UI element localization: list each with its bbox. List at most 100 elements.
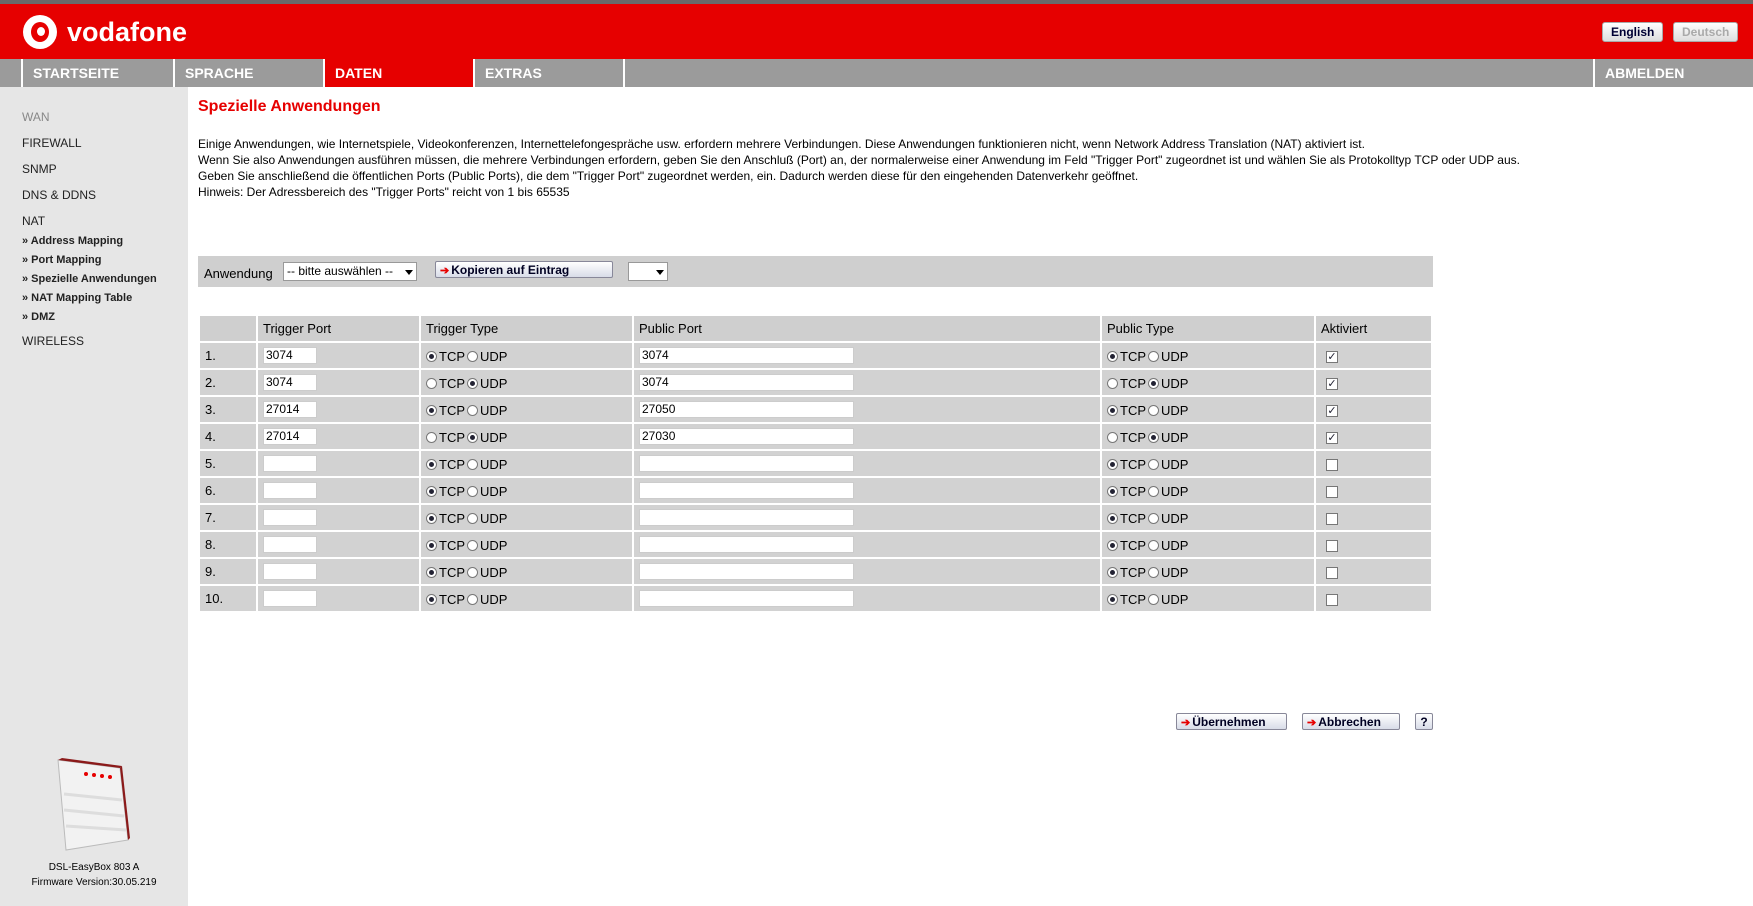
public-type-udp-radio[interactable] bbox=[1148, 404, 1159, 416]
help-button[interactable]: ? bbox=[1415, 713, 1433, 730]
apply-button[interactable]: ➔ Übernehmen bbox=[1176, 713, 1287, 730]
nav-abmelden[interactable]: ABMELDEN bbox=[1593, 59, 1743, 87]
trigger-type-tcp-radio[interactable] bbox=[426, 485, 437, 497]
trigger-port-input[interactable] bbox=[263, 590, 317, 608]
enabled-checkbox[interactable] bbox=[1326, 593, 1338, 606]
entry-select[interactable] bbox=[628, 262, 668, 281]
public-type-udp-radio[interactable] bbox=[1148, 593, 1159, 605]
trigger-port-input[interactable] bbox=[263, 536, 317, 554]
public-port-input[interactable]: 3074 bbox=[639, 347, 854, 365]
trigger-port-input[interactable] bbox=[263, 455, 317, 473]
public-port-input[interactable] bbox=[639, 536, 854, 554]
public-type-udp-label: UDP bbox=[1161, 564, 1189, 580]
cancel-button[interactable]: ➔ Abbrechen bbox=[1302, 713, 1400, 730]
sidebar-subitem-nat-mapping-table[interactable]: » NAT Mapping Table bbox=[22, 292, 132, 304]
trigger-port-input[interactable]: 3074 bbox=[263, 374, 317, 392]
sidebar-subitem-port-mapping[interactable]: » Port Mapping bbox=[22, 254, 101, 266]
trigger-type-udp-radio[interactable] bbox=[467, 512, 478, 524]
public-type-tcp-radio[interactable] bbox=[1107, 512, 1118, 524]
public-type-tcp-radio[interactable] bbox=[1107, 539, 1118, 551]
public-type-udp-radio[interactable] bbox=[1148, 485, 1159, 497]
enabled-checkbox[interactable] bbox=[1326, 485, 1338, 498]
trigger-type-udp-radio[interactable] bbox=[467, 566, 478, 578]
public-type-udp-radio[interactable] bbox=[1148, 566, 1159, 578]
public-type-udp-radio[interactable] bbox=[1148, 458, 1159, 470]
sidebar-subitem-dmz[interactable]: » DMZ bbox=[22, 311, 55, 323]
trigger-type-tcp-radio[interactable] bbox=[426, 404, 437, 416]
enabled-checkbox[interactable] bbox=[1326, 458, 1338, 471]
trigger-type-udp-radio[interactable] bbox=[467, 350, 478, 362]
trigger-type-tcp-radio[interactable] bbox=[426, 512, 437, 524]
sidebar-subitem-address-mapping[interactable]: » Address Mapping bbox=[22, 235, 123, 247]
public-type-udp-radio[interactable] bbox=[1148, 512, 1159, 524]
sidebar-item-wan[interactable]: WAN bbox=[22, 110, 50, 124]
trigger-type-tcp-radio[interactable] bbox=[426, 350, 437, 362]
nav-extras[interactable]: EXTRAS bbox=[473, 59, 623, 87]
trigger-type-tcp-radio[interactable] bbox=[426, 566, 437, 578]
trigger-port-cell bbox=[256, 530, 421, 559]
table-row: 10. TCP UDP TCP UDP bbox=[198, 584, 1433, 613]
trigger-type-udp-radio[interactable] bbox=[467, 377, 478, 389]
trigger-port-input[interactable] bbox=[263, 509, 317, 527]
trigger-type-udp-radio[interactable] bbox=[467, 431, 478, 443]
public-port-input[interactable] bbox=[639, 455, 854, 473]
trigger-port-input[interactable]: 27014 bbox=[263, 401, 317, 419]
table-row: 4. 27014 TCP UDP 27030 TCP UDP ✓ bbox=[198, 422, 1433, 451]
application-select[interactable]: -- bitte auswählen -- bbox=[283, 262, 417, 281]
public-type-tcp-radio[interactable] bbox=[1107, 566, 1118, 578]
public-type-tcp-radio[interactable] bbox=[1107, 350, 1118, 362]
enabled-checkbox[interactable]: ✓ bbox=[1326, 404, 1338, 417]
trigger-type-udp-radio[interactable] bbox=[467, 593, 478, 605]
enabled-checkbox[interactable]: ✓ bbox=[1326, 377, 1338, 390]
trigger-port-input[interactable] bbox=[263, 563, 317, 581]
public-type-tcp-radio[interactable] bbox=[1107, 404, 1118, 416]
public-port-input[interactable]: 27030 bbox=[639, 428, 854, 446]
trigger-type-tcp-radio[interactable] bbox=[426, 458, 437, 470]
enabled-checkbox[interactable]: ✓ bbox=[1326, 431, 1338, 444]
public-type-cell: TCP UDP bbox=[1100, 557, 1316, 586]
trigger-type-udp-radio[interactable] bbox=[467, 458, 478, 470]
trigger-type-tcp-radio[interactable] bbox=[426, 377, 437, 389]
trigger-type-udp-radio[interactable] bbox=[467, 485, 478, 497]
public-type-udp-radio[interactable] bbox=[1148, 539, 1159, 551]
trigger-type-tcp-radio[interactable] bbox=[426, 539, 437, 551]
public-type-udp-radio[interactable] bbox=[1148, 350, 1159, 362]
public-type-tcp-radio[interactable] bbox=[1107, 431, 1118, 443]
enabled-checkbox[interactable] bbox=[1326, 566, 1338, 579]
english-language-button[interactable]: English bbox=[1602, 22, 1664, 42]
public-port-input[interactable] bbox=[639, 590, 854, 608]
public-type-udp-radio[interactable] bbox=[1148, 431, 1159, 443]
nav-sprache[interactable]: SPRACHE bbox=[173, 59, 323, 87]
trigger-type-tcp-radio[interactable] bbox=[426, 431, 437, 443]
trigger-port-input[interactable]: 27014 bbox=[263, 428, 317, 446]
public-port-input[interactable]: 3074 bbox=[639, 374, 854, 392]
deutsch-language-button[interactable]: Deutsch bbox=[1673, 22, 1739, 42]
sidebar-item-nat[interactable]: NAT bbox=[22, 214, 45, 228]
public-port-input[interactable] bbox=[639, 482, 854, 500]
trigger-type-tcp-radio[interactable] bbox=[426, 593, 437, 605]
trigger-type-udp-radio[interactable] bbox=[467, 404, 478, 416]
trigger-port-input[interactable] bbox=[263, 482, 317, 500]
public-type-tcp-radio[interactable] bbox=[1107, 593, 1118, 605]
enabled-checkbox[interactable] bbox=[1326, 539, 1338, 552]
public-type-tcp-radio[interactable] bbox=[1107, 458, 1118, 470]
sidebar-item-firewall[interactable]: FIREWALL bbox=[22, 136, 82, 150]
sidebar-item-wireless[interactable]: WIRELESS bbox=[22, 334, 84, 348]
nav-startseite[interactable]: STARTSEITE bbox=[21, 59, 173, 87]
public-type-udp-radio[interactable] bbox=[1148, 377, 1159, 389]
public-type-tcp-radio[interactable] bbox=[1107, 377, 1118, 389]
trigger-type-udp-radio[interactable] bbox=[467, 539, 478, 551]
trigger-port-input[interactable]: 3074 bbox=[263, 347, 317, 365]
sidebar-item-dns-ddns[interactable]: DNS & DDNS bbox=[22, 188, 96, 202]
sidebar-subitem-spezielle-anwendungen[interactable]: » Spezielle Anwendungen bbox=[22, 273, 157, 285]
nav-daten[interactable]: DATEN bbox=[323, 59, 473, 87]
public-port-input[interactable] bbox=[639, 509, 854, 527]
table-header-row: Trigger Port Trigger Type Public Port Pu… bbox=[198, 314, 1433, 343]
sidebar-item-snmp[interactable]: SNMP bbox=[22, 162, 57, 176]
copy-to-entry-button[interactable]: ➔ Kopieren auf Eintrag bbox=[435, 261, 613, 278]
public-port-input[interactable]: 27050 bbox=[639, 401, 854, 419]
public-type-tcp-radio[interactable] bbox=[1107, 485, 1118, 497]
public-port-input[interactable] bbox=[639, 563, 854, 581]
enabled-checkbox[interactable]: ✓ bbox=[1326, 350, 1338, 363]
enabled-checkbox[interactable] bbox=[1326, 512, 1338, 525]
